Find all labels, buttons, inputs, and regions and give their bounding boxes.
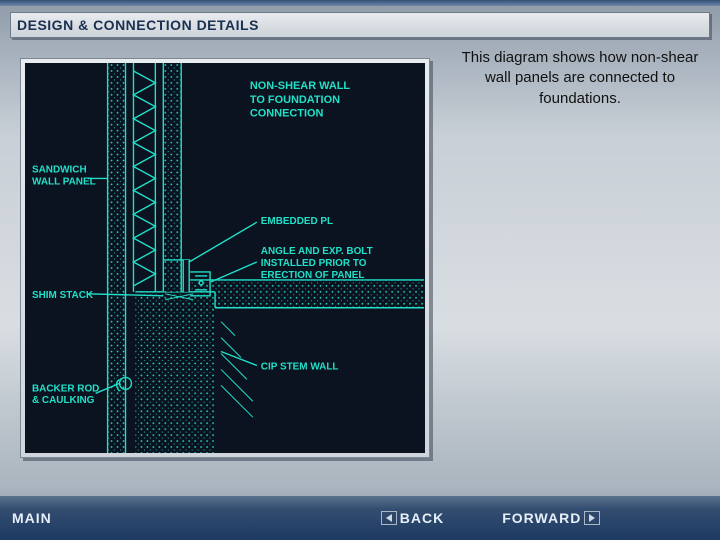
svg-text:EMBEDDED PL: EMBEDDED PL [261,216,333,227]
diagram-caption: This diagram shows how non-shear wall pa… [450,48,710,109]
nav-forward-label: FORWARD [502,510,581,526]
svg-text:& CAULKING: & CAULKING [32,395,95,406]
svg-text:BACKER ROD: BACKER ROD [32,383,99,394]
diagram-frame: NON-SHEAR WALL TO FOUNDATION CONNECTION … [20,58,430,458]
header-accent-strip [0,0,720,6]
connection-diagram: NON-SHEAR WALL TO FOUNDATION CONNECTION … [25,63,425,453]
svg-text:CONNECTION: CONNECTION [250,108,324,120]
svg-text:ANGLE AND EXP. BOLT: ANGLE AND EXP. BOLT [261,246,373,257]
svg-text:NON-SHEAR WALL: NON-SHEAR WALL [250,80,351,92]
nav-back-label: BACK [400,510,444,526]
svg-text:SANDWICH: SANDWICH [32,164,87,175]
nav-main-label: MAIN [12,510,52,526]
svg-text:INSTALLED PRIOR TO: INSTALLED PRIOR TO [261,258,367,269]
svg-text:ERECTION OF PANEL: ERECTION OF PANEL [261,270,365,281]
nav-main-button[interactable]: MAIN [12,510,52,526]
page-title: DESIGN & CONNECTION DETAILS [17,17,259,33]
nav-bar: MAIN BACK FORWARD [0,496,720,540]
svg-text:SHIM STACK: SHIM STACK [32,290,94,301]
arrow-left-icon [381,511,397,525]
svg-text:TO FOUNDATION: TO FOUNDATION [250,94,340,106]
title-bar: DESIGN & CONNECTION DETAILS [10,12,710,38]
svg-text:WALL PANEL: WALL PANEL [32,176,96,187]
nav-forward-button[interactable]: FORWARD [502,510,603,526]
nav-back-button[interactable]: BACK [378,510,444,526]
svg-text:CIP STEM WALL: CIP STEM WALL [261,361,339,372]
content-area: NON-SHEAR WALL TO FOUNDATION CONNECTION … [0,38,720,496]
arrow-right-icon [584,511,600,525]
